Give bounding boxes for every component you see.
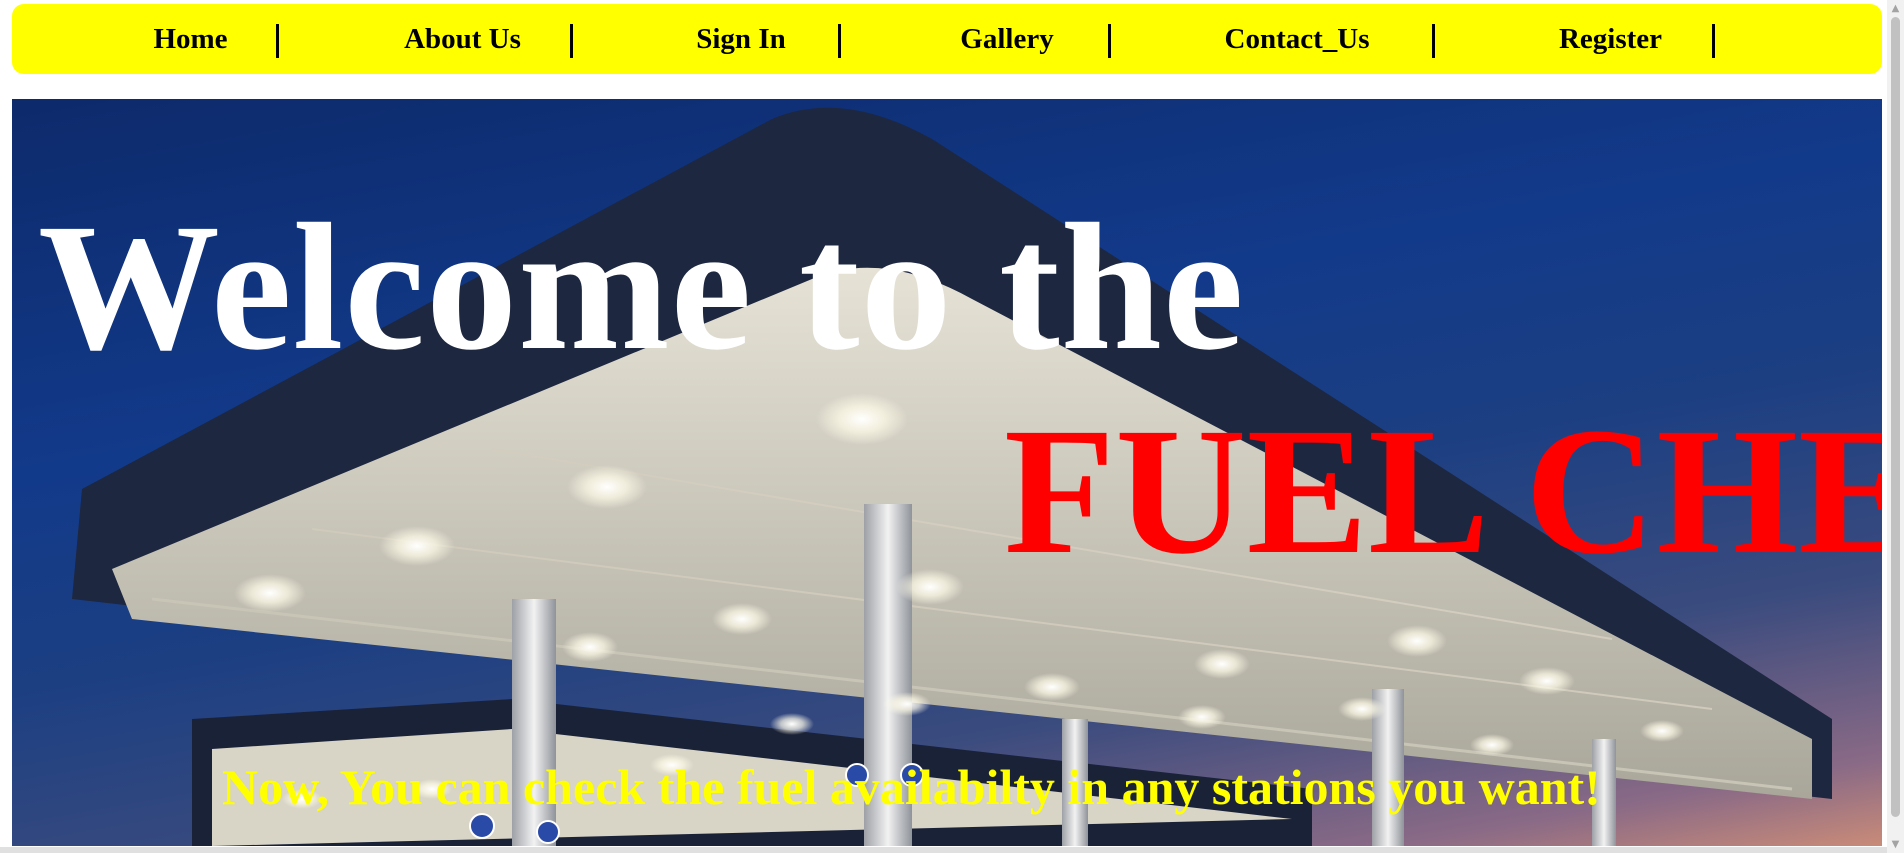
hero-banner: Welcome to the FUEL CHE Now, You can che…: [12, 99, 1882, 846]
nav-separator: [1432, 24, 1435, 58]
scroll-up-arrow-icon[interactable]: ▲: [1887, 0, 1904, 17]
nav-register-link[interactable]: Register: [1538, 4, 1683, 74]
page: Home About Us Sign In Gallery Contact_Us…: [0, 0, 1904, 853]
vertical-scrollbar[interactable]: ▲ ▼: [1887, 0, 1904, 853]
nav-home-link[interactable]: Home: [138, 4, 243, 74]
nav-separator: [570, 24, 573, 58]
scrollbar-thumb[interactable]: [1891, 17, 1900, 817]
nav-gallery-link[interactable]: Gallery: [942, 4, 1072, 74]
nav-about-link[interactable]: About Us: [390, 4, 535, 74]
nav-contact-link[interactable]: Contact_Us: [1212, 4, 1382, 74]
hero-brand-title: FUEL CHE: [1004, 391, 1882, 592]
nav-signin-link[interactable]: Sign In: [676, 4, 806, 74]
nav-separator: [1108, 24, 1111, 58]
nav-separator: [1712, 24, 1715, 58]
hero-tagline: Now, You can check the fuel availabilty …: [222, 759, 1601, 815]
hero-welcome-heading: Welcome to the: [38, 187, 1245, 388]
scroll-down-arrow-icon[interactable]: ▼: [1887, 836, 1904, 853]
nav-separator: [838, 24, 841, 58]
nav-separator: [276, 24, 279, 58]
top-navbar: Home About Us Sign In Gallery Contact_Us…: [12, 4, 1882, 74]
horizontal-scrollbar[interactable]: [0, 847, 1887, 853]
